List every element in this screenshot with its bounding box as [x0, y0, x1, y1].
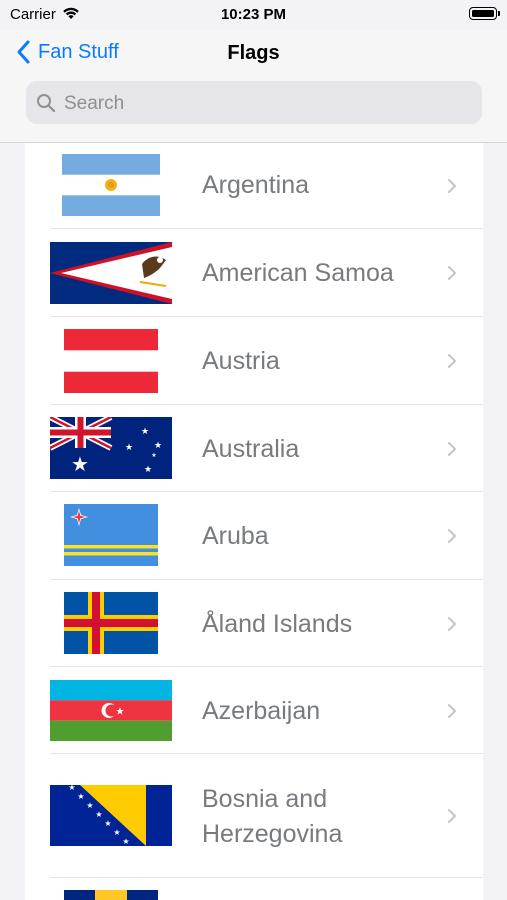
flags-list: Argentina American Samoa Austria ★ ★ ★ ★…	[25, 143, 483, 900]
country-name: Argentina	[202, 171, 310, 199]
list-item-argentina[interactable]: Argentina	[25, 143, 483, 229]
chevron-right-icon	[448, 266, 456, 280]
svg-text:★: ★	[77, 792, 84, 801]
country-name: Austria	[202, 347, 280, 375]
list-item-american-samoa[interactable]: American Samoa	[25, 229, 483, 317]
search-icon	[37, 94, 56, 113]
navigation-bar: Fan Stuff Flags	[0, 30, 507, 143]
svg-text:★: ★	[141, 426, 149, 436]
bosnia-herzegovina-flag: ★ ★ ★ ★ ★ ★ ★	[50, 785, 172, 846]
list-item-austria[interactable]: Austria	[25, 317, 483, 405]
country-name-line-2: Herzegovina	[202, 820, 343, 848]
chevron-right-icon	[448, 617, 456, 631]
svg-text:★: ★	[113, 828, 120, 837]
svg-text:★: ★	[71, 454, 89, 476]
chevron-right-icon	[448, 179, 456, 193]
country-name: Azerbaijan	[202, 697, 321, 725]
chevron-right-icon	[448, 809, 456, 823]
battery-icon	[469, 7, 500, 20]
country-name: Aruba	[202, 522, 269, 550]
svg-text:★: ★	[104, 819, 111, 828]
country-name: Australia	[202, 435, 300, 463]
search-bar[interactable]	[26, 81, 482, 126]
svg-text:★: ★	[144, 464, 152, 474]
country-name: Åland Islands	[202, 610, 353, 638]
svg-text:★: ★	[116, 707, 125, 718]
list-item-australia[interactable]: ★ ★ ★ ★ ★ ★ Australia	[25, 405, 483, 492]
page-title: Flags	[227, 42, 280, 64]
country-name: American Samoa	[202, 259, 394, 287]
austria-flag	[64, 329, 158, 393]
svg-text:★: ★	[86, 801, 93, 810]
svg-text:★: ★	[68, 785, 75, 792]
svg-text:★: ★	[151, 452, 156, 459]
chevron-right-icon	[448, 442, 456, 456]
aland-islands-flag	[64, 592, 158, 654]
aruba-flag	[64, 504, 158, 566]
chevron-right-icon	[448, 354, 456, 368]
status-bar: Carrier 10:23 PM	[0, 0, 507, 30]
svg-text:★: ★	[95, 810, 102, 819]
chevron-right-icon	[448, 704, 456, 718]
list-item-bosnia-and-herzegovina[interactable]: ★ ★ ★ ★ ★ ★ ★ Bosnia and Herzegovina	[25, 754, 483, 878]
svg-text:★: ★	[122, 837, 129, 846]
country-name-line-1: Bosnia and	[202, 785, 328, 813]
list-item-partial[interactable]	[25, 878, 483, 900]
partial-flag	[64, 890, 158, 900]
list-item-aland-islands[interactable]: Åland Islands	[25, 580, 483, 667]
argentina-flag	[62, 154, 160, 216]
american-samoa-flag	[50, 242, 172, 304]
australia-flag: ★ ★ ★ ★ ★ ★	[50, 417, 172, 479]
list-item-aruba[interactable]: Aruba	[25, 492, 483, 580]
svg-text:★: ★	[125, 442, 133, 452]
svg-text:★: ★	[154, 440, 162, 450]
search-input[interactable]	[62, 81, 466, 126]
chevron-right-icon	[448, 529, 456, 543]
azerbaijan-flag: ★	[50, 680, 172, 741]
list-item-azerbaijan[interactable]: ★ Azerbaijan	[25, 667, 483, 754]
clock: 10:23 PM	[220, 6, 287, 23]
